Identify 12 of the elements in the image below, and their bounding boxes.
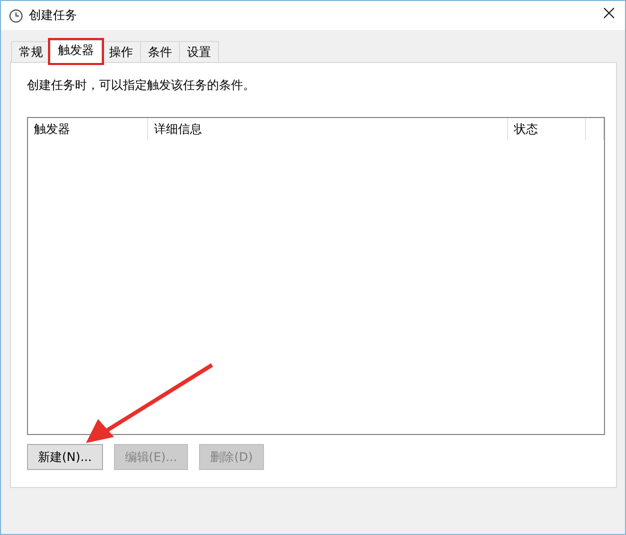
dialog-button[interactable]: 新建(N)... xyxy=(27,444,103,470)
window-title: 创建任务 xyxy=(29,7,78,24)
tab[interactable]: 常规 xyxy=(11,41,51,62)
column-header[interactable]: 状态 xyxy=(508,118,586,140)
column-header[interactable]: 详细信息 xyxy=(148,118,508,140)
description-text: 创建任务时，可以指定触发该任务的条件。 xyxy=(27,77,256,94)
close-icon[interactable] xyxy=(603,6,615,18)
clock-icon xyxy=(9,8,23,22)
trigger-list[interactable]: 触发器 详细信息 状态 xyxy=(27,117,605,435)
tab[interactable]: 设置 xyxy=(179,41,219,62)
column-header[interactable]: 触发器 xyxy=(28,118,148,140)
tab[interactable]: 触发器 xyxy=(50,40,102,63)
